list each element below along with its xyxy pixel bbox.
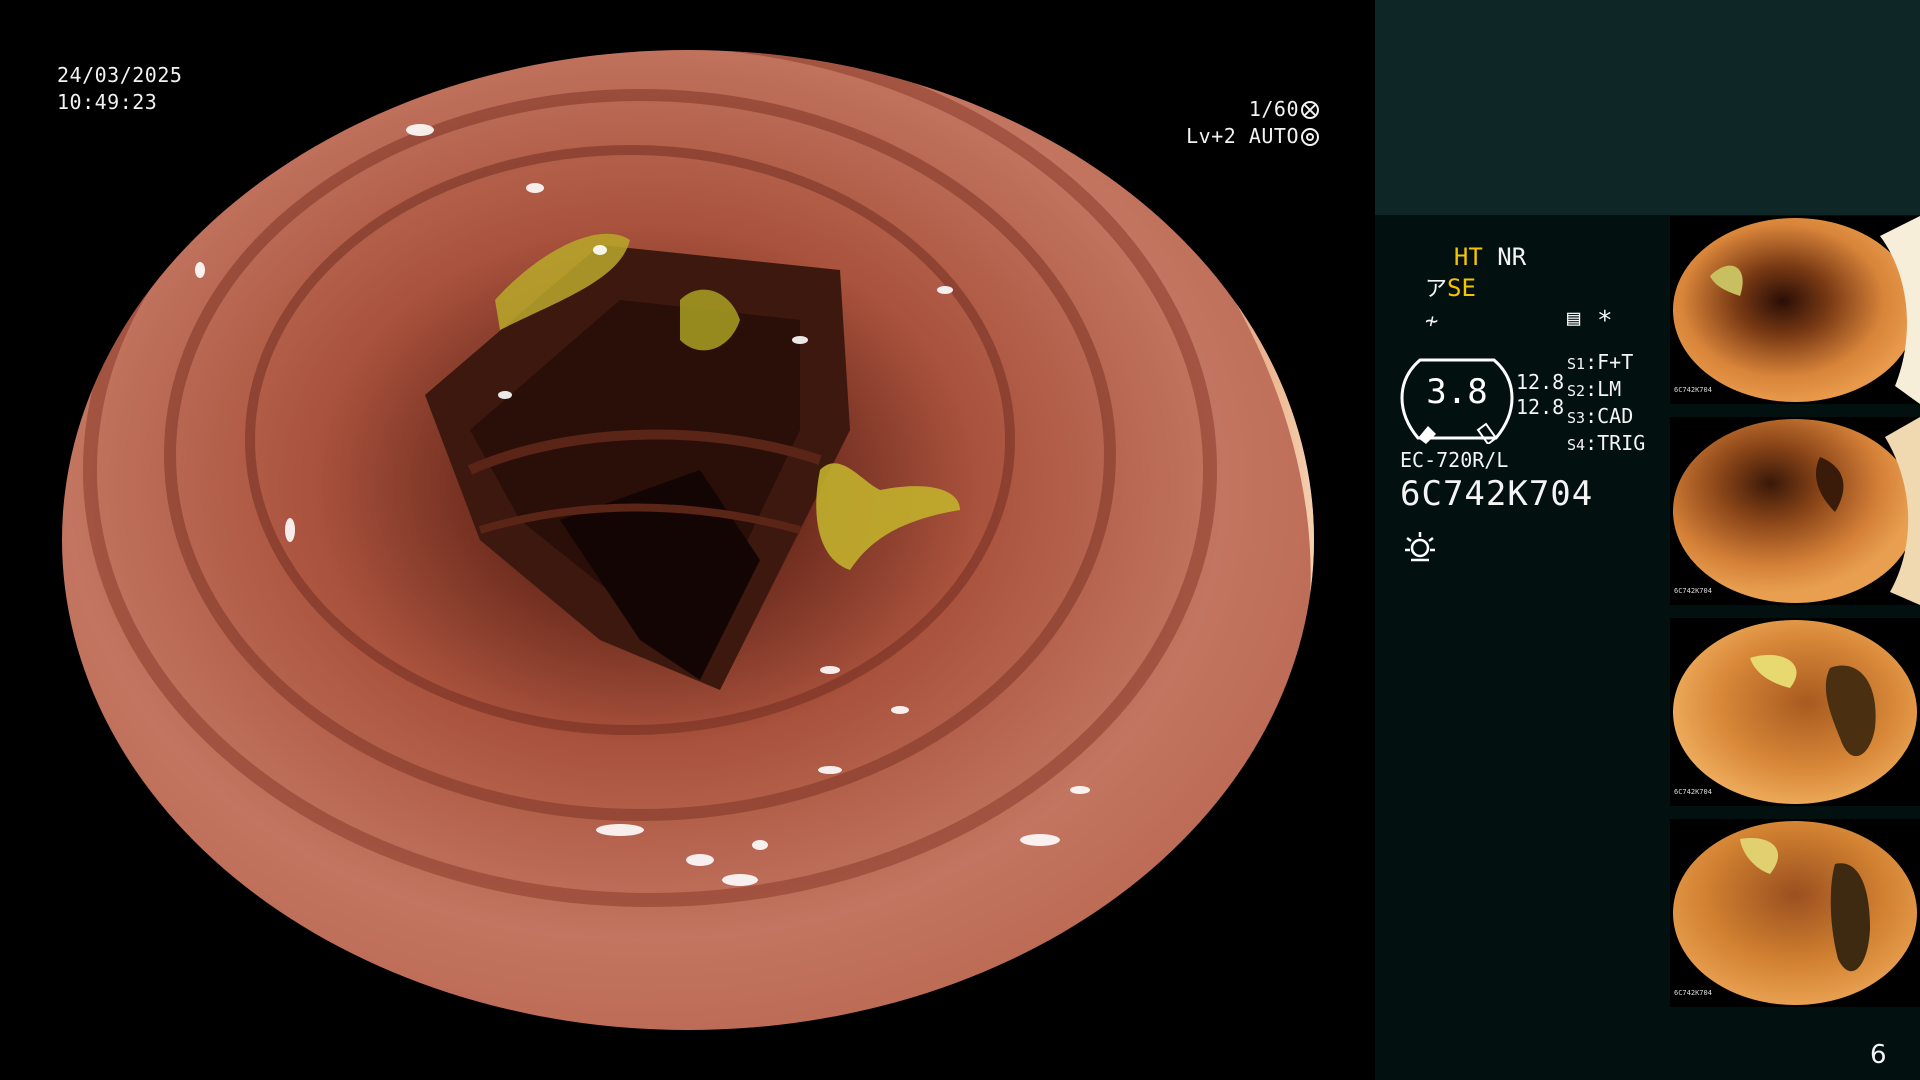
thumbnail-serial: 6C742K704 xyxy=(1674,386,1712,394)
mode-nr: NR xyxy=(1497,243,1527,271)
captured-thumbnail[interactable]: 6C742K704 xyxy=(1670,417,1920,605)
date-text: 24/03/2025 xyxy=(57,63,183,87)
thumbnail-serial: 6C742K704 xyxy=(1674,788,1712,796)
slot-key: S4 xyxy=(1567,436,1586,454)
captured-thumbnail[interactable]: 6C742K704 xyxy=(1670,216,1920,404)
slot-label: CAD xyxy=(1597,404,1634,428)
shutter-speed: 1/60 xyxy=(1248,97,1299,121)
scope-serial: 6C742K704 xyxy=(1400,474,1594,514)
slot-key: S1 xyxy=(1567,355,1586,373)
slot-label: TRIG xyxy=(1597,431,1646,455)
filter-icon: ≁ xyxy=(1425,309,1439,334)
auto-level-icon xyxy=(1301,128,1319,146)
endoscopic-image xyxy=(62,50,1314,1030)
patient-info-area xyxy=(1375,0,1920,215)
brightness-level: Lv+2 AUTO xyxy=(1186,124,1299,148)
slot-label: LM xyxy=(1597,377,1622,401)
light-source-icon xyxy=(1405,532,1435,562)
info-panel: HT NR アSE ≁ ▤ * 3.8 12.8 12.8 S1:F+T S2:… xyxy=(1375,0,1920,1080)
memo-icon: ▤ xyxy=(1567,306,1581,331)
enhance-icon: ア xyxy=(1425,277,1448,302)
gauge-value: 3.8 xyxy=(1426,372,1488,412)
slot-key: S2 xyxy=(1567,382,1586,400)
date-time-readout: 24/03/2025 10:49:23 xyxy=(57,62,182,116)
mode-se: SE xyxy=(1447,274,1476,302)
scope-model: EC-720R/L xyxy=(1400,448,1509,472)
time-text: 10:49:23 xyxy=(57,90,158,114)
star-marker: * xyxy=(1597,306,1613,336)
image-mode-list: HT NR アSE ≁ xyxy=(1425,242,1526,337)
parameter-values: 12.8 12.8 xyxy=(1516,370,1564,420)
slot-label: F+T xyxy=(1597,350,1634,374)
parameter-value-1: 12.8 xyxy=(1516,370,1565,394)
parameter-value-2: 12.8 xyxy=(1516,395,1565,419)
slot-key: S3 xyxy=(1567,409,1586,427)
shutter-icon xyxy=(1301,101,1319,119)
page-number: 6 xyxy=(1870,1040,1887,1070)
switch-assignments: S1:F+T S2:LM S3:CAD S4:TRIG xyxy=(1567,350,1646,455)
captured-thumbnail[interactable]: 6C742K704 xyxy=(1670,819,1920,1007)
endoscope-view: 24/03/2025 10:49:23 1/60 Lv+2 AUTO xyxy=(0,0,1375,1080)
mode-ht: HT xyxy=(1453,243,1483,271)
thumbnail-serial: 6C742K704 xyxy=(1674,587,1712,595)
captured-thumbnail[interactable]: 6C742K704 xyxy=(1670,618,1920,806)
thumbnail-serial: 6C742K704 xyxy=(1674,989,1712,997)
exposure-readout: 1/60 Lv+2 AUTO xyxy=(1186,96,1319,150)
